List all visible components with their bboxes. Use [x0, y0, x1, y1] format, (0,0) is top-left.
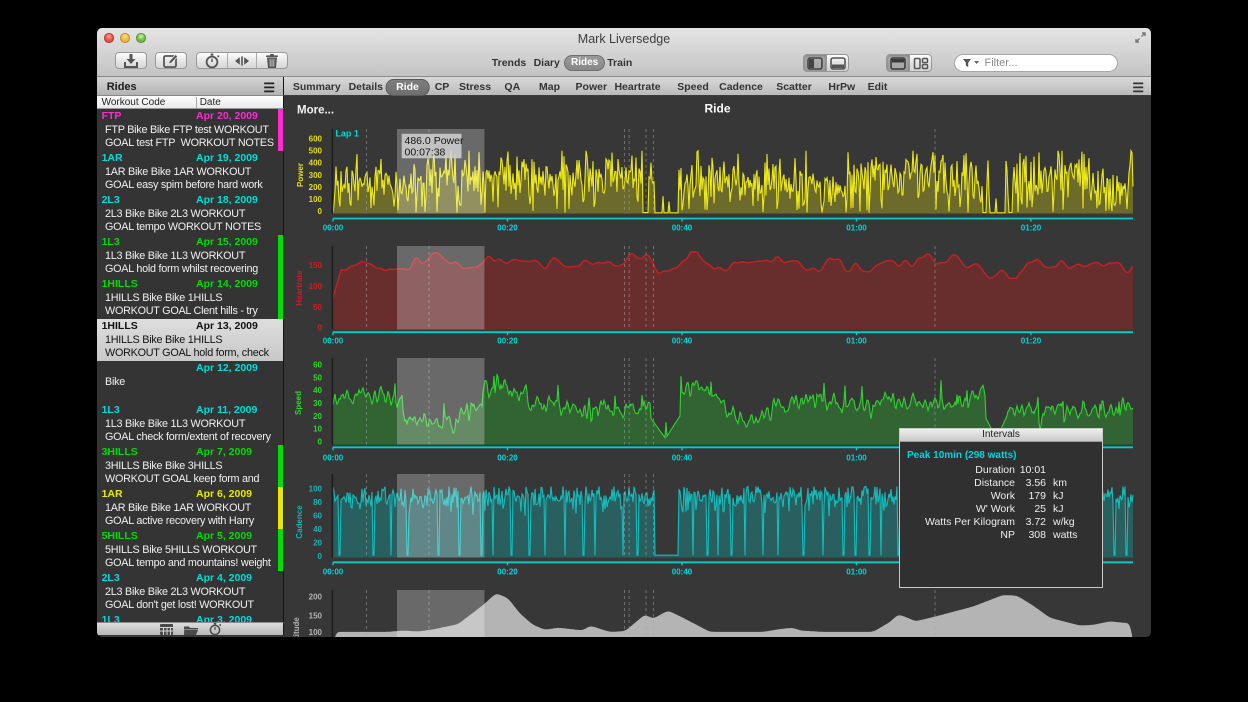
svg-text:400: 400 — [309, 159, 323, 168]
svg-text:00:20: 00:20 — [497, 337, 518, 346]
svg-text:Cadence: Cadence — [295, 505, 304, 539]
svg-text:Heartrate: Heartrate — [295, 270, 304, 306]
svg-text:40: 40 — [313, 386, 322, 395]
svg-text:01:20: 01:20 — [1021, 337, 1042, 346]
svg-text:Altitude: Altitude — [292, 617, 301, 637]
svg-text:500: 500 — [309, 147, 323, 156]
svg-text:00:20: 00:20 — [497, 224, 518, 233]
svg-text:01:00: 01:00 — [846, 224, 867, 233]
svg-text:0: 0 — [318, 552, 323, 561]
svg-text:00:00: 00:00 — [323, 337, 344, 346]
svg-text:200: 200 — [309, 593, 323, 602]
svg-text:00:00: 00:00 — [323, 454, 344, 463]
svg-text:Lap 1: Lap 1 — [335, 129, 359, 139]
svg-text:0: 0 — [318, 438, 323, 447]
svg-text:100: 100 — [309, 485, 323, 494]
svg-text:100: 100 — [309, 628, 323, 637]
svg-text:200: 200 — [309, 183, 323, 192]
svg-text:80: 80 — [313, 498, 322, 507]
svg-text:Speed: Speed — [294, 391, 303, 415]
svg-text:01:20: 01:20 — [1021, 224, 1042, 233]
svg-text:100: 100 — [309, 282, 323, 291]
svg-text:486.0 Power: 486.0 Power — [405, 135, 464, 147]
svg-text:150: 150 — [309, 261, 323, 270]
svg-text:30: 30 — [313, 399, 322, 408]
svg-text:150: 150 — [309, 611, 323, 620]
svg-text:00:40: 00:40 — [672, 224, 693, 233]
svg-text:00:20: 00:20 — [497, 567, 518, 576]
svg-text:60: 60 — [313, 512, 322, 521]
svg-text:300: 300 — [309, 171, 323, 180]
svg-text:20: 20 — [313, 538, 322, 547]
svg-text:Ride: Ride — [704, 102, 730, 116]
svg-text:01:00: 01:00 — [846, 337, 867, 346]
svg-text:00:40: 00:40 — [672, 337, 693, 346]
svg-text:00:40: 00:40 — [672, 454, 693, 463]
svg-text:10: 10 — [313, 425, 322, 434]
svg-text:60: 60 — [313, 361, 322, 370]
svg-text:00:40: 00:40 — [672, 567, 693, 576]
svg-text:00:07:38: 00:07:38 — [405, 147, 446, 159]
svg-text:00:00: 00:00 — [323, 567, 344, 576]
svg-text:Power: Power — [296, 163, 305, 187]
svg-text:0: 0 — [318, 207, 323, 216]
svg-text:More...: More... — [297, 105, 334, 117]
svg-text:00:00: 00:00 — [323, 224, 344, 233]
svg-text:600: 600 — [309, 135, 323, 144]
svg-text:100: 100 — [309, 195, 323, 204]
svg-text:01:00: 01:00 — [846, 567, 867, 576]
svg-text:40: 40 — [313, 525, 322, 534]
svg-text:01:00: 01:00 — [846, 454, 867, 463]
svg-text:20: 20 — [313, 412, 322, 421]
svg-text:50: 50 — [313, 303, 322, 312]
svg-text:50: 50 — [313, 373, 322, 382]
svg-text:00:20: 00:20 — [497, 454, 518, 463]
svg-text:0: 0 — [318, 324, 323, 333]
